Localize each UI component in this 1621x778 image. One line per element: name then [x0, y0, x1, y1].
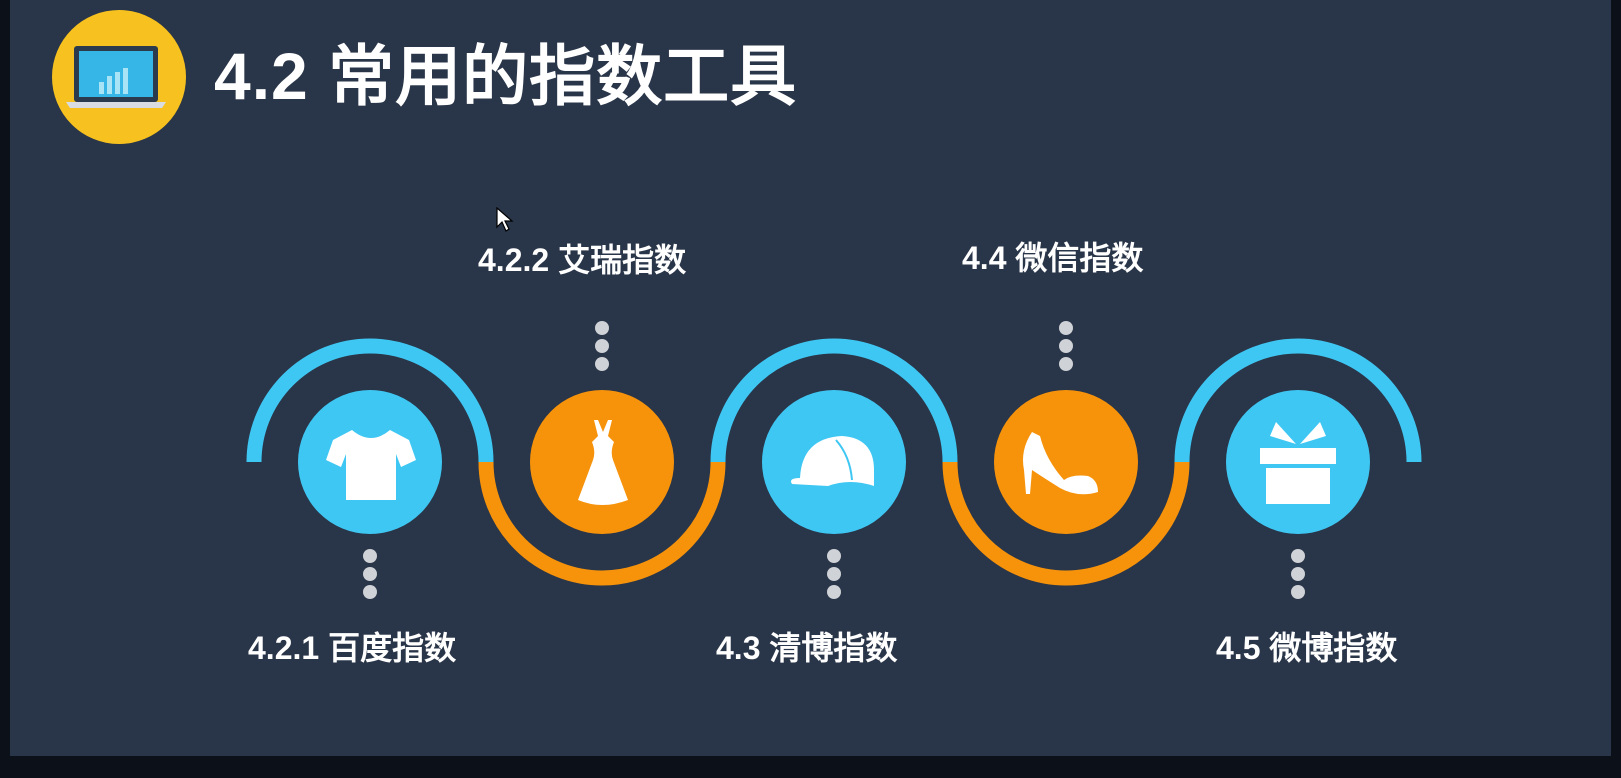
- mouse-cursor-icon: [496, 207, 514, 232]
- dots-step-2: [595, 321, 609, 335]
- step-label-2: 4.2.2 艾瑞指数: [478, 242, 687, 278]
- step-label-3: 4.3 清博指数: [716, 630, 898, 666]
- step-circle-4: [994, 390, 1138, 534]
- dots-step-4: [1059, 321, 1073, 335]
- dots-step-5: [1291, 549, 1305, 563]
- dots-step-3: [827, 549, 841, 563]
- step-label-5: 4.5 微博指数: [1216, 630, 1398, 666]
- step-label-1: 4.2.1 百度指数: [248, 630, 457, 666]
- step-label-4: 4.4 微信指数: [962, 240, 1144, 276]
- dots-step-1: [363, 549, 377, 563]
